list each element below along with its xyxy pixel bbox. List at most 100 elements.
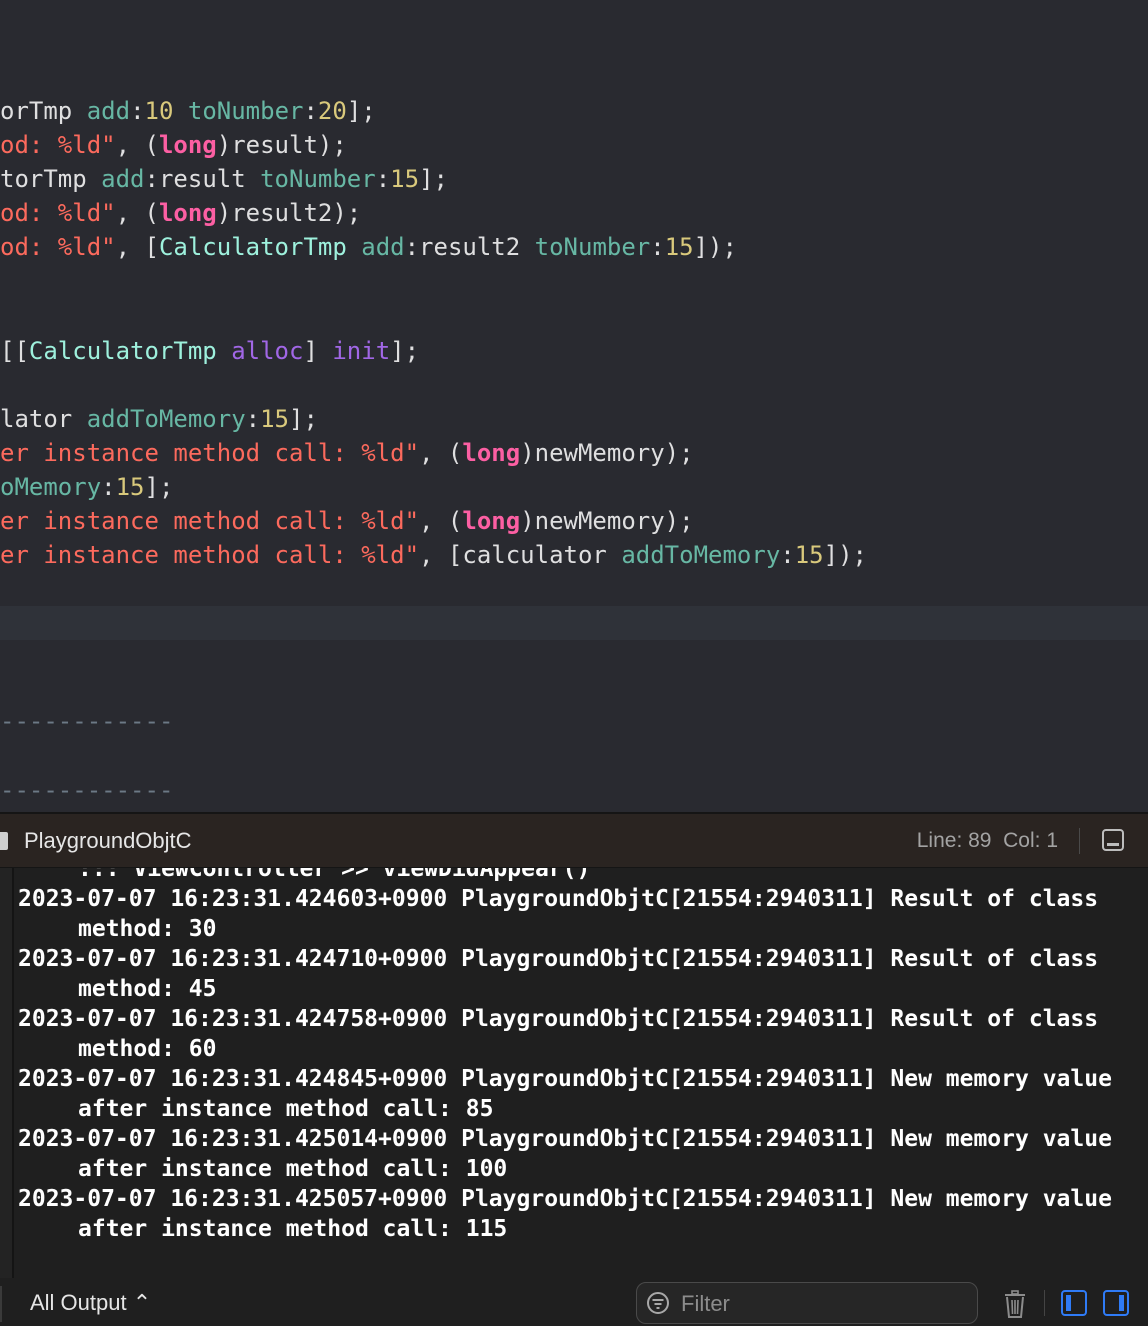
log-entry: 2023-07-07 16:23:31.424845+0900 Playgrou… (18, 1066, 1126, 1122)
code-token: )result); (216, 131, 347, 159)
code-token: er instance method call: %ld" (0, 507, 420, 535)
code-token: ]); (823, 541, 867, 569)
code-token: ------------ (0, 707, 174, 735)
code-token: 15 (260, 405, 290, 433)
code-token: long (158, 199, 217, 227)
code-token: od: %ld" (0, 199, 116, 227)
code-token: :result2 (404, 233, 535, 261)
code-token: : (650, 233, 665, 261)
code-token: : (303, 97, 318, 125)
code-token: ]; (144, 473, 174, 501)
code-token: add (101, 165, 145, 193)
code-token: 15 (794, 541, 824, 569)
code-editor[interactable]: orTmp add:10 toNumber:20]; od: %ld", (lon… (0, 0, 1148, 812)
code-line: [[CalculatorTmp alloc] init]; (0, 334, 419, 368)
code-token: : (130, 97, 145, 125)
code-token: addToMemory (86, 405, 246, 433)
code-token: , [calculator (419, 541, 622, 569)
code-token: add (361, 233, 405, 261)
code-token: , ( (115, 199, 159, 227)
code-line: orTmp add:10 toNumber:20]; (0, 94, 376, 128)
code-token: ]; (289, 405, 318, 433)
scheme-name[interactable]: PlaygroundObjtC (24, 828, 192, 854)
line-col-indicator: Line: 89 Col: 1 (916, 829, 1058, 852)
code-token: ]; (346, 97, 376, 125)
console-gutter (0, 868, 14, 1278)
console-partial-line: ::: ViewController >> viewDidAppear() (78, 868, 591, 882)
code-token: 15 (664, 233, 694, 261)
console-output[interactable]: ::: ViewController >> viewDidAppear() 20… (0, 868, 1148, 1278)
code-token: 15 (390, 165, 420, 193)
console-text: ::: ViewController >> viewDidAppear() 20… (18, 868, 1128, 1244)
code-line: er instance method call: %ld", (long)new… (0, 504, 694, 538)
code-token: 20 (317, 97, 347, 125)
code-line: od: %ld", (long)result2); (0, 196, 361, 230)
code-token: er instance method call: %ld" (0, 541, 420, 569)
code-token: long (462, 507, 521, 535)
code-token: long (158, 131, 217, 159)
code-line: oMemory:15]; (0, 470, 173, 504)
log-entry: 2023-07-07 16:23:31.425014+0900 Playgrou… (18, 1126, 1126, 1182)
trash-icon[interactable] (1004, 1290, 1026, 1318)
log-entry: 2023-07-07 16:23:31.424710+0900 Playgrou… (18, 946, 1112, 1002)
sidebar-right-icon[interactable] (1103, 1290, 1129, 1316)
code-token: )newMemory); (520, 439, 694, 467)
code-token: , ( (419, 439, 463, 467)
code-token: ]; (419, 165, 448, 193)
console-filter-bar: All Output ⌃ (0, 1278, 1148, 1326)
sidebar-left-icon[interactable] (1061, 1290, 1087, 1316)
code-token: er instance method call: %ld" (0, 439, 420, 467)
code-token: ] (303, 337, 333, 365)
debug-bar: PlaygroundObjtC Line: 89 Col: 1 (0, 812, 1148, 868)
code-token: , ( (419, 507, 463, 535)
code-token: : (101, 473, 116, 501)
code-token: toNumber (260, 165, 376, 193)
code-token: , ( (115, 131, 159, 159)
code-token: add (86, 97, 131, 125)
code-token: : (375, 165, 391, 193)
divider (1079, 828, 1080, 854)
code-line: lator addToMemory:15]; (0, 402, 318, 436)
filter-field[interactable] (636, 1282, 978, 1324)
log-entry: 2023-07-07 16:23:31.424603+0900 Playgrou… (18, 886, 1112, 942)
code-token: , [ (115, 233, 159, 261)
code-token: :result (144, 165, 261, 193)
code-token: ------------ (0, 776, 174, 804)
log-entry: 2023-07-07 16:23:31.424758+0900 Playgrou… (18, 1006, 1112, 1062)
divider (1044, 1290, 1045, 1316)
current-line-highlight (0, 606, 1148, 640)
code-token: ]; (390, 337, 420, 365)
filter-input[interactable] (679, 1289, 963, 1319)
log-entry: 2023-07-07 16:23:31.425057+0900 Playgrou… (18, 1186, 1126, 1242)
code-token: )newMemory); (520, 507, 694, 535)
code-line: ------------ (0, 773, 173, 807)
code-token: : (780, 541, 795, 569)
code-token: torTmp (0, 165, 102, 193)
log-entries: 2023-07-07 16:23:31.424603+0900 Playgrou… (18, 884, 1128, 1244)
code-token: CalculatorTmp (158, 233, 347, 261)
code-token: 15 (115, 473, 145, 501)
scheme-icon (0, 832, 8, 850)
code-token: CalculatorTmp (28, 337, 217, 365)
code-line: er instance method call: %ld", [calculat… (0, 538, 867, 572)
code-token: ]); (693, 233, 737, 261)
code-line: ------------ (0, 704, 173, 738)
code-line: er instance method call: %ld", (long)new… (0, 436, 694, 470)
filter-icon (647, 1292, 669, 1314)
code-token: 10 (144, 97, 174, 125)
code-line: od: %ld", [CalculatorTmp add:result2 toN… (0, 230, 737, 264)
code-token: lator (0, 405, 87, 433)
output-select[interactable]: All Output ⌃ (30, 1290, 151, 1316)
code-token: toNumber (187, 97, 304, 125)
code-line: od: %ld", (long)result); (0, 128, 347, 162)
code-token: od: %ld" (0, 131, 116, 159)
code-token: od: %ld" (0, 233, 116, 261)
divider (0, 1286, 2, 1322)
code-token: )result2); (216, 199, 362, 227)
code-token: toNumber (534, 233, 651, 261)
code-token: alloc (231, 337, 304, 365)
bottom-panel-icon[interactable] (1102, 829, 1124, 851)
